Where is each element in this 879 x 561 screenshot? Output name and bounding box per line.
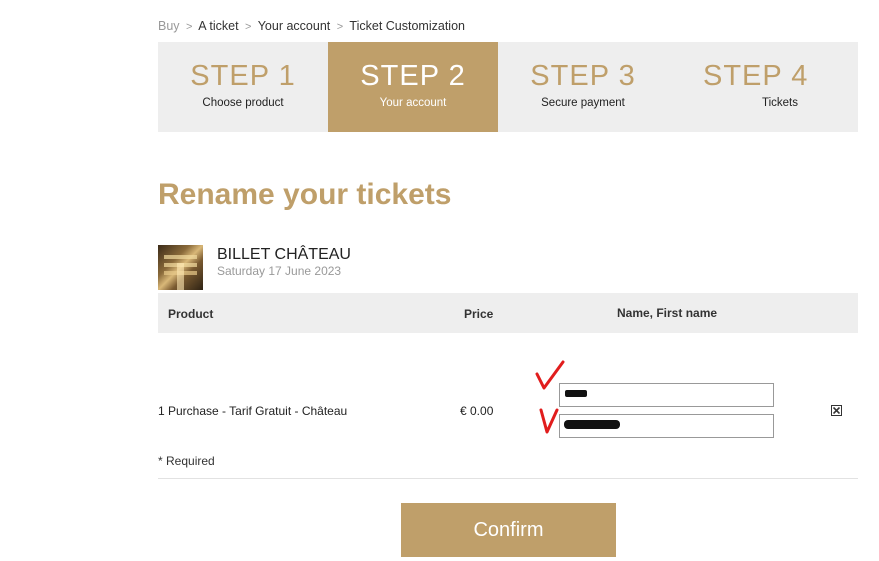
breadcrumb-separator: > [186,21,193,33]
divider [158,478,858,479]
remove-ticket-button[interactable] [831,405,842,416]
step-number: STEP 4 [703,60,809,92]
step-number: STEP 2 [360,60,466,92]
confirm-button[interactable]: Confirm [401,503,616,557]
checkout-steps: STEP 1 Choose product STEP 2 Your accoun… [158,42,858,132]
redaction-mark [564,420,620,429]
row-product: 1 Purchase - Tarif Gratuit - Château [158,404,348,418]
close-box-icon [833,407,840,414]
breadcrumb: Buy > A ticket > Your account > Ticket C… [158,19,465,33]
breadcrumb-separator: > [245,21,252,33]
required-note: * Required [158,454,215,468]
step-label: Secure payment [541,97,625,109]
step-number: STEP 3 [530,60,636,92]
row-price: € 0.00 [460,404,494,418]
step-4-tickets[interactable]: STEP 4 Tickets [668,42,838,132]
page-title: Rename your tickets [158,178,452,211]
breadcrumb-buy[interactable]: Buy [158,19,180,33]
ticket-name: BILLET CHÂTEAU [217,246,351,263]
step-number: STEP 1 [190,60,296,92]
ticket-date: Saturday 17 June 2023 [217,264,342,278]
breadcrumb-a-ticket[interactable]: A ticket [198,19,238,33]
step-3-secure-payment[interactable]: STEP 3 Secure payment [498,42,668,132]
step-label: Choose product [202,97,284,109]
column-header-product: Product [168,307,214,321]
step-label: Tickets [762,97,798,109]
breadcrumb-your-account[interactable]: Your account [258,19,331,33]
ticket-thumbnail-image [158,245,203,290]
ticket-header: BILLET CHÂTEAU Saturday 17 June 2023 [158,245,351,290]
column-header-price: Price [464,307,494,321]
red-checkmark-icon [539,408,559,434]
breadcrumb-current: Ticket Customization [349,19,465,33]
breadcrumb-separator: > [336,21,344,33]
column-header-name: Name, First name [617,306,718,320]
step-1-choose-product[interactable]: STEP 1 Choose product [158,42,328,132]
table-header: Product Price Name, First name [158,293,858,333]
step-label: Your account [379,97,447,109]
last-name-input[interactable] [559,383,774,407]
step-2-your-account[interactable]: STEP 2 Your account [328,42,498,132]
redaction-mark [565,390,587,397]
